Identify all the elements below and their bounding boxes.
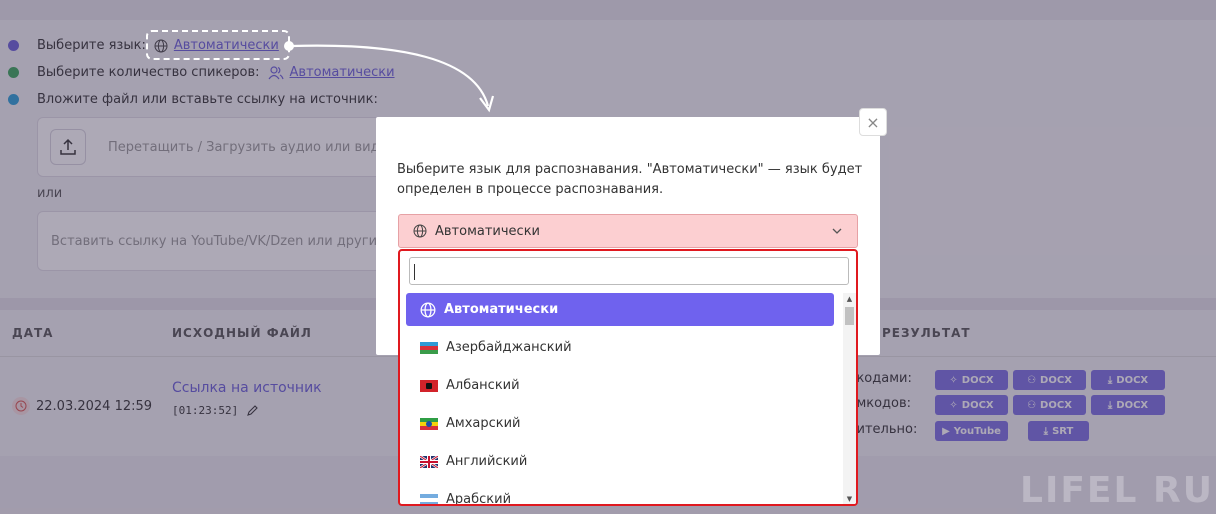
language-select[interactable]: Автоматически (398, 214, 858, 248)
option-label: Албанский (446, 378, 520, 393)
scroll-down-arrow-icon[interactable]: ▼ (843, 493, 856, 504)
dropdown-scrollbar[interactable]: ▲ ▼ (843, 293, 856, 504)
text-caret (414, 264, 415, 280)
flag-ar-icon (420, 493, 438, 504)
modal-description: Выберите язык для распознавания. "Автома… (397, 162, 863, 197)
option-label: Автоматически (444, 302, 559, 317)
option-label: Арабский (446, 492, 512, 506)
language-select-value: Автоматически (435, 223, 541, 239)
scroll-up-arrow-icon[interactable]: ▲ (843, 293, 856, 305)
option-arabic[interactable]: Арабский (406, 483, 834, 506)
language-highlight-frame (146, 30, 290, 60)
chevron-down-icon (832, 228, 842, 234)
option-automatic[interactable]: Автоматически (406, 293, 834, 326)
option-amharic[interactable]: Амхарский (406, 407, 834, 440)
flag-et-icon (420, 417, 438, 430)
close-icon: × (866, 112, 880, 132)
language-search-input[interactable] (409, 257, 849, 285)
globe-icon (413, 224, 427, 238)
pointer-arrow-icon (291, 44, 495, 113)
option-english[interactable]: Английский (406, 445, 834, 478)
flag-az-icon (420, 341, 438, 354)
language-dropdown: Автоматически Азербайджанский Албанский … (398, 249, 858, 506)
option-albanian[interactable]: Албанский (406, 369, 834, 402)
option-label: Английский (446, 454, 528, 469)
flag-al-icon (420, 379, 438, 392)
option-label: Азербайджанский (446, 340, 572, 355)
watermark-logo: LIFEL RU (1020, 470, 1214, 511)
close-button[interactable]: × (859, 108, 887, 136)
option-label: Амхарский (446, 416, 521, 431)
scroll-thumb[interactable] (845, 307, 854, 325)
flag-gb-icon (420, 455, 438, 468)
option-azerbaijani[interactable]: Азербайджанский (406, 331, 834, 364)
globe-icon (420, 302, 436, 317)
